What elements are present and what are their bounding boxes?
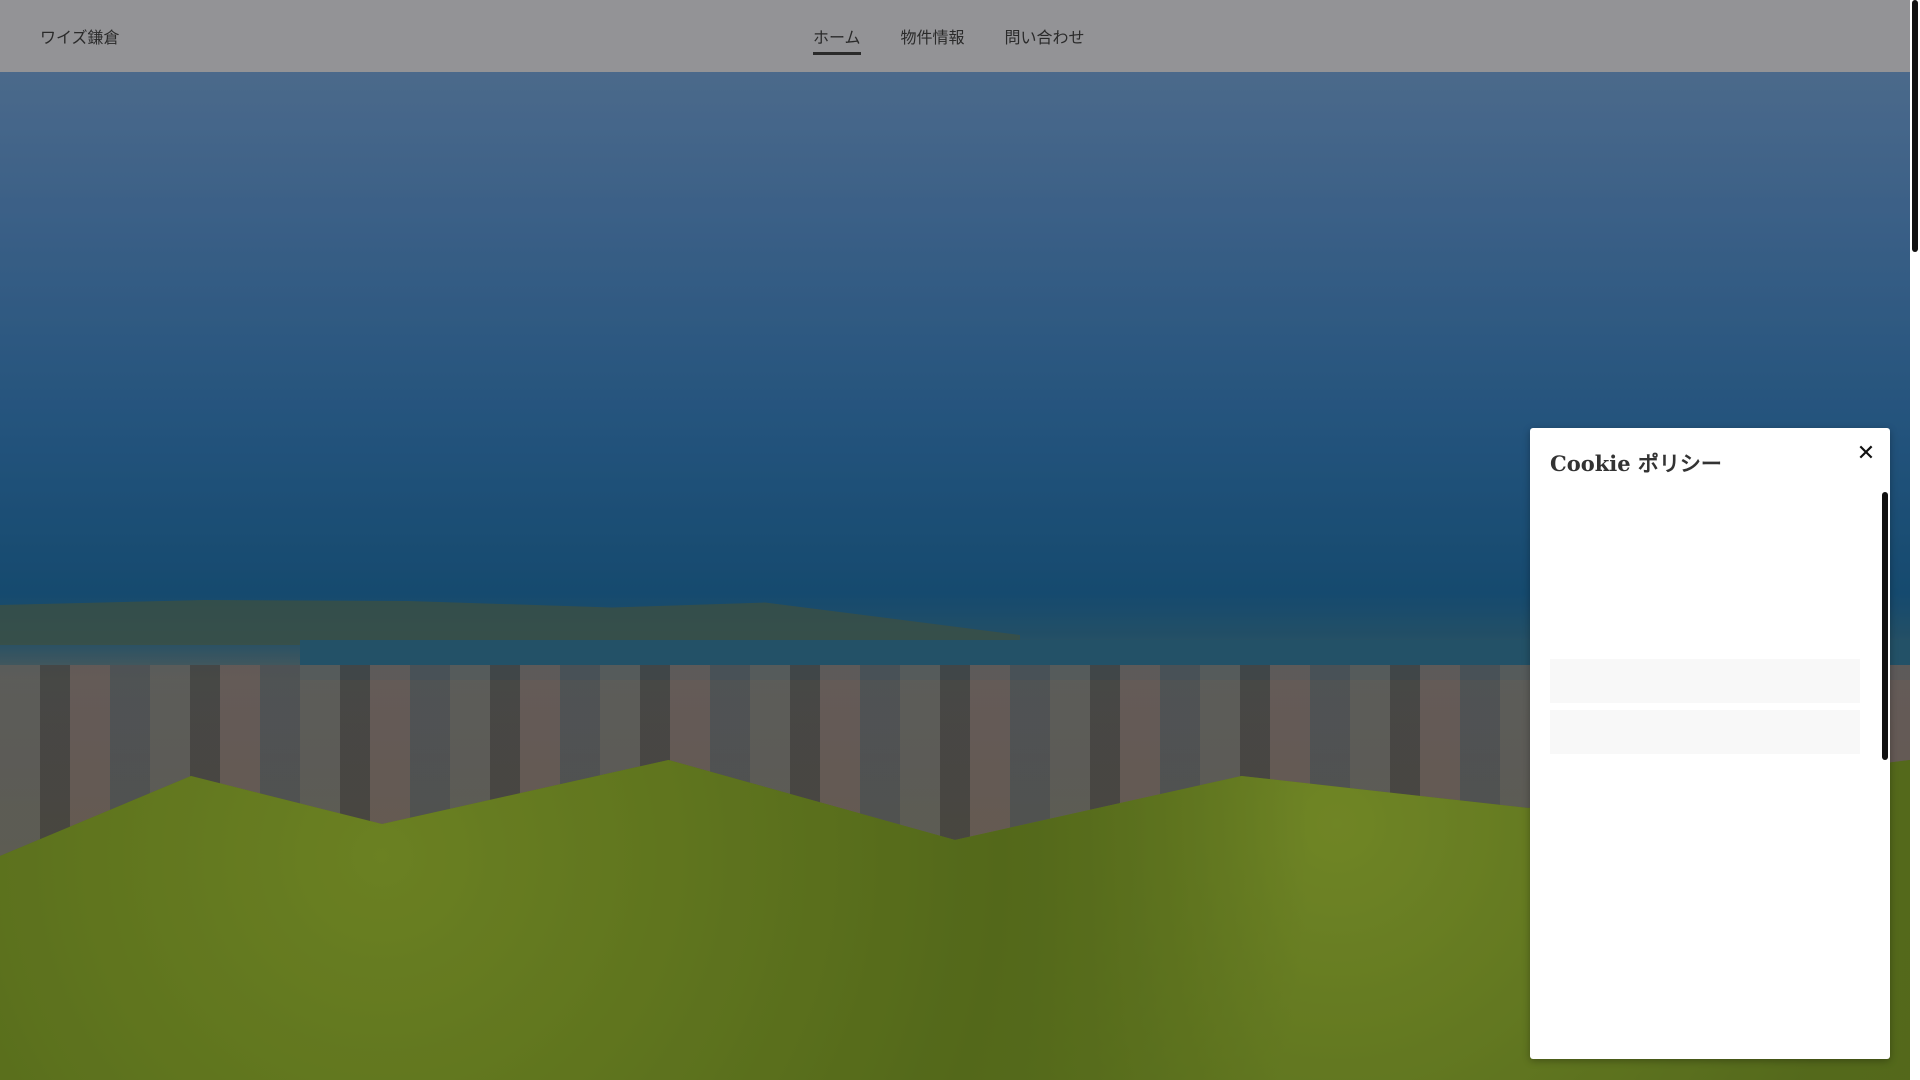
close-icon[interactable]: ✕ <box>1854 442 1878 466</box>
page-scrollbar-thumb[interactable] <box>1912 0 1918 252</box>
content-placeholder <box>1550 659 1860 703</box>
main-nav: ホーム 物件情報 問い合わせ <box>813 24 1085 55</box>
nav-contact[interactable]: 問い合わせ <box>1005 24 1085 55</box>
dialog-scrollbar[interactable] <box>1882 492 1888 760</box>
dialog-title: Cookie ポリシー <box>1550 451 1722 476</box>
cookie-policy-dialog: Cookie ポリシー ✕ <box>1530 428 1890 1059</box>
site-header: ワイズ鎌倉 ホーム 物件情報 問い合わせ <box>0 0 1910 72</box>
nav-properties[interactable]: 物件情報 <box>901 24 965 55</box>
nav-home[interactable]: ホーム <box>813 24 861 55</box>
site-logo[interactable]: ワイズ鎌倉 <box>40 24 120 48</box>
content-placeholder <box>1550 710 1860 754</box>
